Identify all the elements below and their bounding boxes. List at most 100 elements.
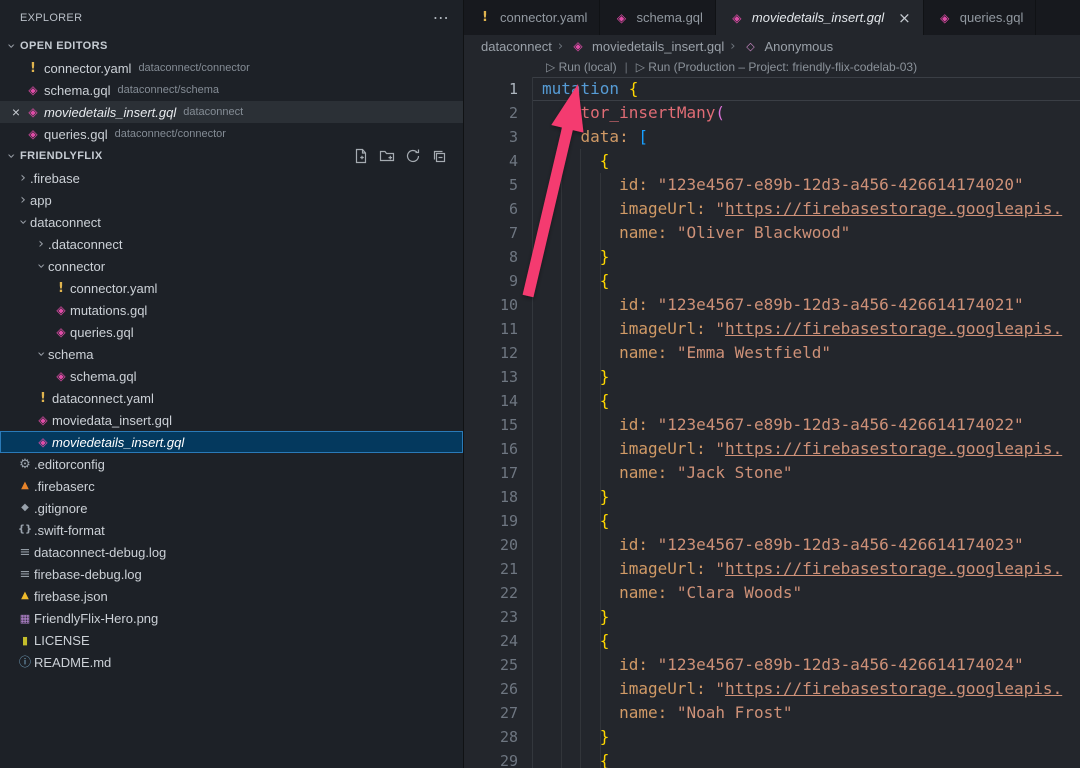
breadcrumb-item[interactable]: ◈moviedetails_insert.gql xyxy=(569,39,724,54)
open-editors-header[interactable]: › OPEN EDITORS xyxy=(0,35,463,57)
code-line-29[interactable]: 29 { xyxy=(464,749,1080,768)
project-section-header[interactable]: › FRIENDLYFLIX xyxy=(0,145,463,167)
breadcrumb-item[interactable]: ◇Anonymous xyxy=(741,39,833,54)
code-line-17[interactable]: 17 name: "Jack Stone" xyxy=(464,461,1080,485)
tree-item-FriendlyFlix-Hero.png[interactable]: ▦FriendlyFlix-Hero.png xyxy=(0,607,463,629)
code-line-15[interactable]: 15 id: "123e4567-e89b-12d3-a456-42661417… xyxy=(464,413,1080,437)
code-line-25[interactable]: 25 id: "123e4567-e89b-12d3-a456-42661417… xyxy=(464,653,1080,677)
project-label: FRIENDLYFLIX xyxy=(20,150,103,162)
tree-item-queries.gql[interactable]: ◈queries.gql xyxy=(0,321,463,343)
tab-queries.gql[interactable]: ◈queries.gql xyxy=(924,0,1037,35)
tree-item-dataconnect[interactable]: ›dataconnect xyxy=(0,211,463,233)
tab-moviedetails_insert.gql[interactable]: ◈moviedetails_insert.gql× xyxy=(716,0,924,35)
new-folder-icon[interactable] xyxy=(379,148,395,164)
tree-item-schema.gql[interactable]: ◈schema.gql xyxy=(0,365,463,387)
close-editor-icon[interactable]: × xyxy=(8,104,24,120)
line-content: id: "123e4567-e89b-12d3-a456-42661417402… xyxy=(532,533,1080,557)
tree-item-.editorconfig[interactable]: ⚙.editorconfig xyxy=(0,453,463,475)
code-line-7[interactable]: 7 name: "Oliver Blackwood" xyxy=(464,221,1080,245)
code-editor[interactable]: 1mutation {2 actor_insertMany(3 data: [4… xyxy=(464,77,1080,768)
code-line-28[interactable]: 28 } xyxy=(464,725,1080,749)
file-name: app xyxy=(30,193,52,208)
code-line-23[interactable]: 23 } xyxy=(464,605,1080,629)
open-editor-item[interactable]: ◈queries.gqldataconnect/connector xyxy=(0,123,463,145)
tree-item-connector.yaml[interactable]: !connector.yaml xyxy=(0,277,463,299)
line-content: id: "123e4567-e89b-12d3-a456-42661417402… xyxy=(532,413,1080,437)
code-line-21[interactable]: 21 imageUrl: "https://firebasestorage.go… xyxy=(464,557,1080,581)
close-tab-icon[interactable]: × xyxy=(898,9,911,27)
new-file-icon[interactable] xyxy=(353,148,369,164)
tree-item-.firebaserc[interactable]: ▲.firebaserc xyxy=(0,475,463,497)
tree-item-dataconnect.yaml[interactable]: !dataconnect.yaml xyxy=(0,387,463,409)
line-content: id: "123e4567-e89b-12d3-a456-42661417402… xyxy=(532,293,1080,317)
tree-item-.dataconnect[interactable]: ›.dataconnect xyxy=(0,233,463,255)
open-editor-item[interactable]: !connector.yamldataconnect/connector xyxy=(0,57,463,79)
code-line-5[interactable]: 5 id: "123e4567-e89b-12d3-a456-426614174… xyxy=(464,173,1080,197)
code-line-1[interactable]: 1mutation { xyxy=(464,77,1080,101)
chevron-down-icon: › xyxy=(34,259,48,273)
log-icon: ≡ xyxy=(16,546,34,559)
tree-item-.gitignore[interactable]: ◆.gitignore xyxy=(0,497,463,519)
tree-item-app[interactable]: ›app xyxy=(0,189,463,211)
line-content: } xyxy=(532,605,1080,629)
tree-item-.swift-format[interactable]: {}.swift-format xyxy=(0,519,463,541)
tree-item-dataconnect-debug.log[interactable]: ≡dataconnect-debug.log xyxy=(0,541,463,563)
tree-item-.firebase[interactable]: ›.firebase xyxy=(0,167,463,189)
code-line-4[interactable]: 4 { xyxy=(464,149,1080,173)
refresh-icon[interactable] xyxy=(405,148,421,164)
code-line-24[interactable]: 24 { xyxy=(464,629,1080,653)
code-line-12[interactable]: 12 name: "Emma Westfield" xyxy=(464,341,1080,365)
code-line-20[interactable]: 20 id: "123e4567-e89b-12d3-a456-42661417… xyxy=(464,533,1080,557)
code-line-9[interactable]: 9 { xyxy=(464,269,1080,293)
run-local-link[interactable]: ▷ Run (local) xyxy=(546,60,617,74)
code-line-3[interactable]: 3 data: [ xyxy=(464,125,1080,149)
code-line-13[interactable]: 13 } xyxy=(464,365,1080,389)
tab-schema.gql[interactable]: ◈schema.gql xyxy=(600,0,715,35)
file-name: mutations.gql xyxy=(70,303,147,318)
code-line-14[interactable]: 14 { xyxy=(464,389,1080,413)
code-line-11[interactable]: 11 imageUrl: "https://firebasestorage.go… xyxy=(464,317,1080,341)
code-line-18[interactable]: 18 } xyxy=(464,485,1080,509)
image-icon: ▦ xyxy=(16,613,34,624)
graphql-icon: ◈ xyxy=(34,414,52,426)
line-number: 1 xyxy=(464,77,532,101)
file-name: connector.yaml xyxy=(70,281,157,296)
code-line-16[interactable]: 16 imageUrl: "https://firebasestorage.go… xyxy=(464,437,1080,461)
open-editor-item[interactable]: ◈schema.gqldataconnect/schema xyxy=(0,79,463,101)
tree-item-LICENSE[interactable]: ▮LICENSE xyxy=(0,629,463,651)
line-content: { xyxy=(532,269,1080,293)
line-number: 22 xyxy=(464,581,532,605)
code-line-22[interactable]: 22 name: "Clara Woods" xyxy=(464,581,1080,605)
code-line-8[interactable]: 8 } xyxy=(464,245,1080,269)
line-number: 14 xyxy=(464,389,532,413)
tree-item-moviedata_insert.gql[interactable]: ◈moviedata_insert.gql xyxy=(0,409,463,431)
collapse-all-icon[interactable] xyxy=(431,148,447,164)
file-name: .editorconfig xyxy=(34,457,105,472)
file-name: moviedata_insert.gql xyxy=(52,413,172,428)
tab-connector.yaml[interactable]: !connector.yaml xyxy=(464,0,600,35)
tree-item-moviedetails_insert.gql[interactable]: ◈moviedetails_insert.gql xyxy=(0,431,463,453)
line-number: 18 xyxy=(464,485,532,509)
code-line-26[interactable]: 26 imageUrl: "https://firebasestorage.go… xyxy=(464,677,1080,701)
run-production-link[interactable]: ▷ Run (Production – Project: friendly-fl… xyxy=(636,60,917,74)
open-editors-list: !connector.yamldataconnect/connector◈sch… xyxy=(0,57,463,145)
more-actions-icon[interactable]: ⋯ xyxy=(433,8,449,28)
code-line-2[interactable]: 2 actor_insertMany( xyxy=(464,101,1080,125)
breadcrumb-item[interactable]: dataconnect xyxy=(481,39,552,54)
tree-item-firebase-debug.log[interactable]: ≡firebase-debug.log xyxy=(0,563,463,585)
tree-item-firebase.json[interactable]: ▲firebase.json xyxy=(0,585,463,607)
tab-label: schema.gql xyxy=(636,10,702,25)
code-line-19[interactable]: 19 { xyxy=(464,509,1080,533)
tree-item-schema[interactable]: ›schema xyxy=(0,343,463,365)
open-editor-item[interactable]: ×◈moviedetails_insert.gqldataconnect xyxy=(0,101,463,123)
line-content: imageUrl: "https://firebasestorage.googl… xyxy=(532,677,1080,701)
tab-label: connector.yaml xyxy=(500,10,587,25)
code-line-27[interactable]: 27 name: "Noah Frost" xyxy=(464,701,1080,725)
line-content: name: "Oliver Blackwood" xyxy=(532,221,1080,245)
code-line-10[interactable]: 10 id: "123e4567-e89b-12d3-a456-42661417… xyxy=(464,293,1080,317)
tree-item-README.md[interactable]: ⓘREADME.md xyxy=(0,651,463,673)
code-line-6[interactable]: 6 imageUrl: "https://firebasestorage.goo… xyxy=(464,197,1080,221)
tree-item-connector[interactable]: ›connector xyxy=(0,255,463,277)
tree-item-mutations.gql[interactable]: ◈mutations.gql xyxy=(0,299,463,321)
tab-label: moviedetails_insert.gql xyxy=(752,10,884,25)
